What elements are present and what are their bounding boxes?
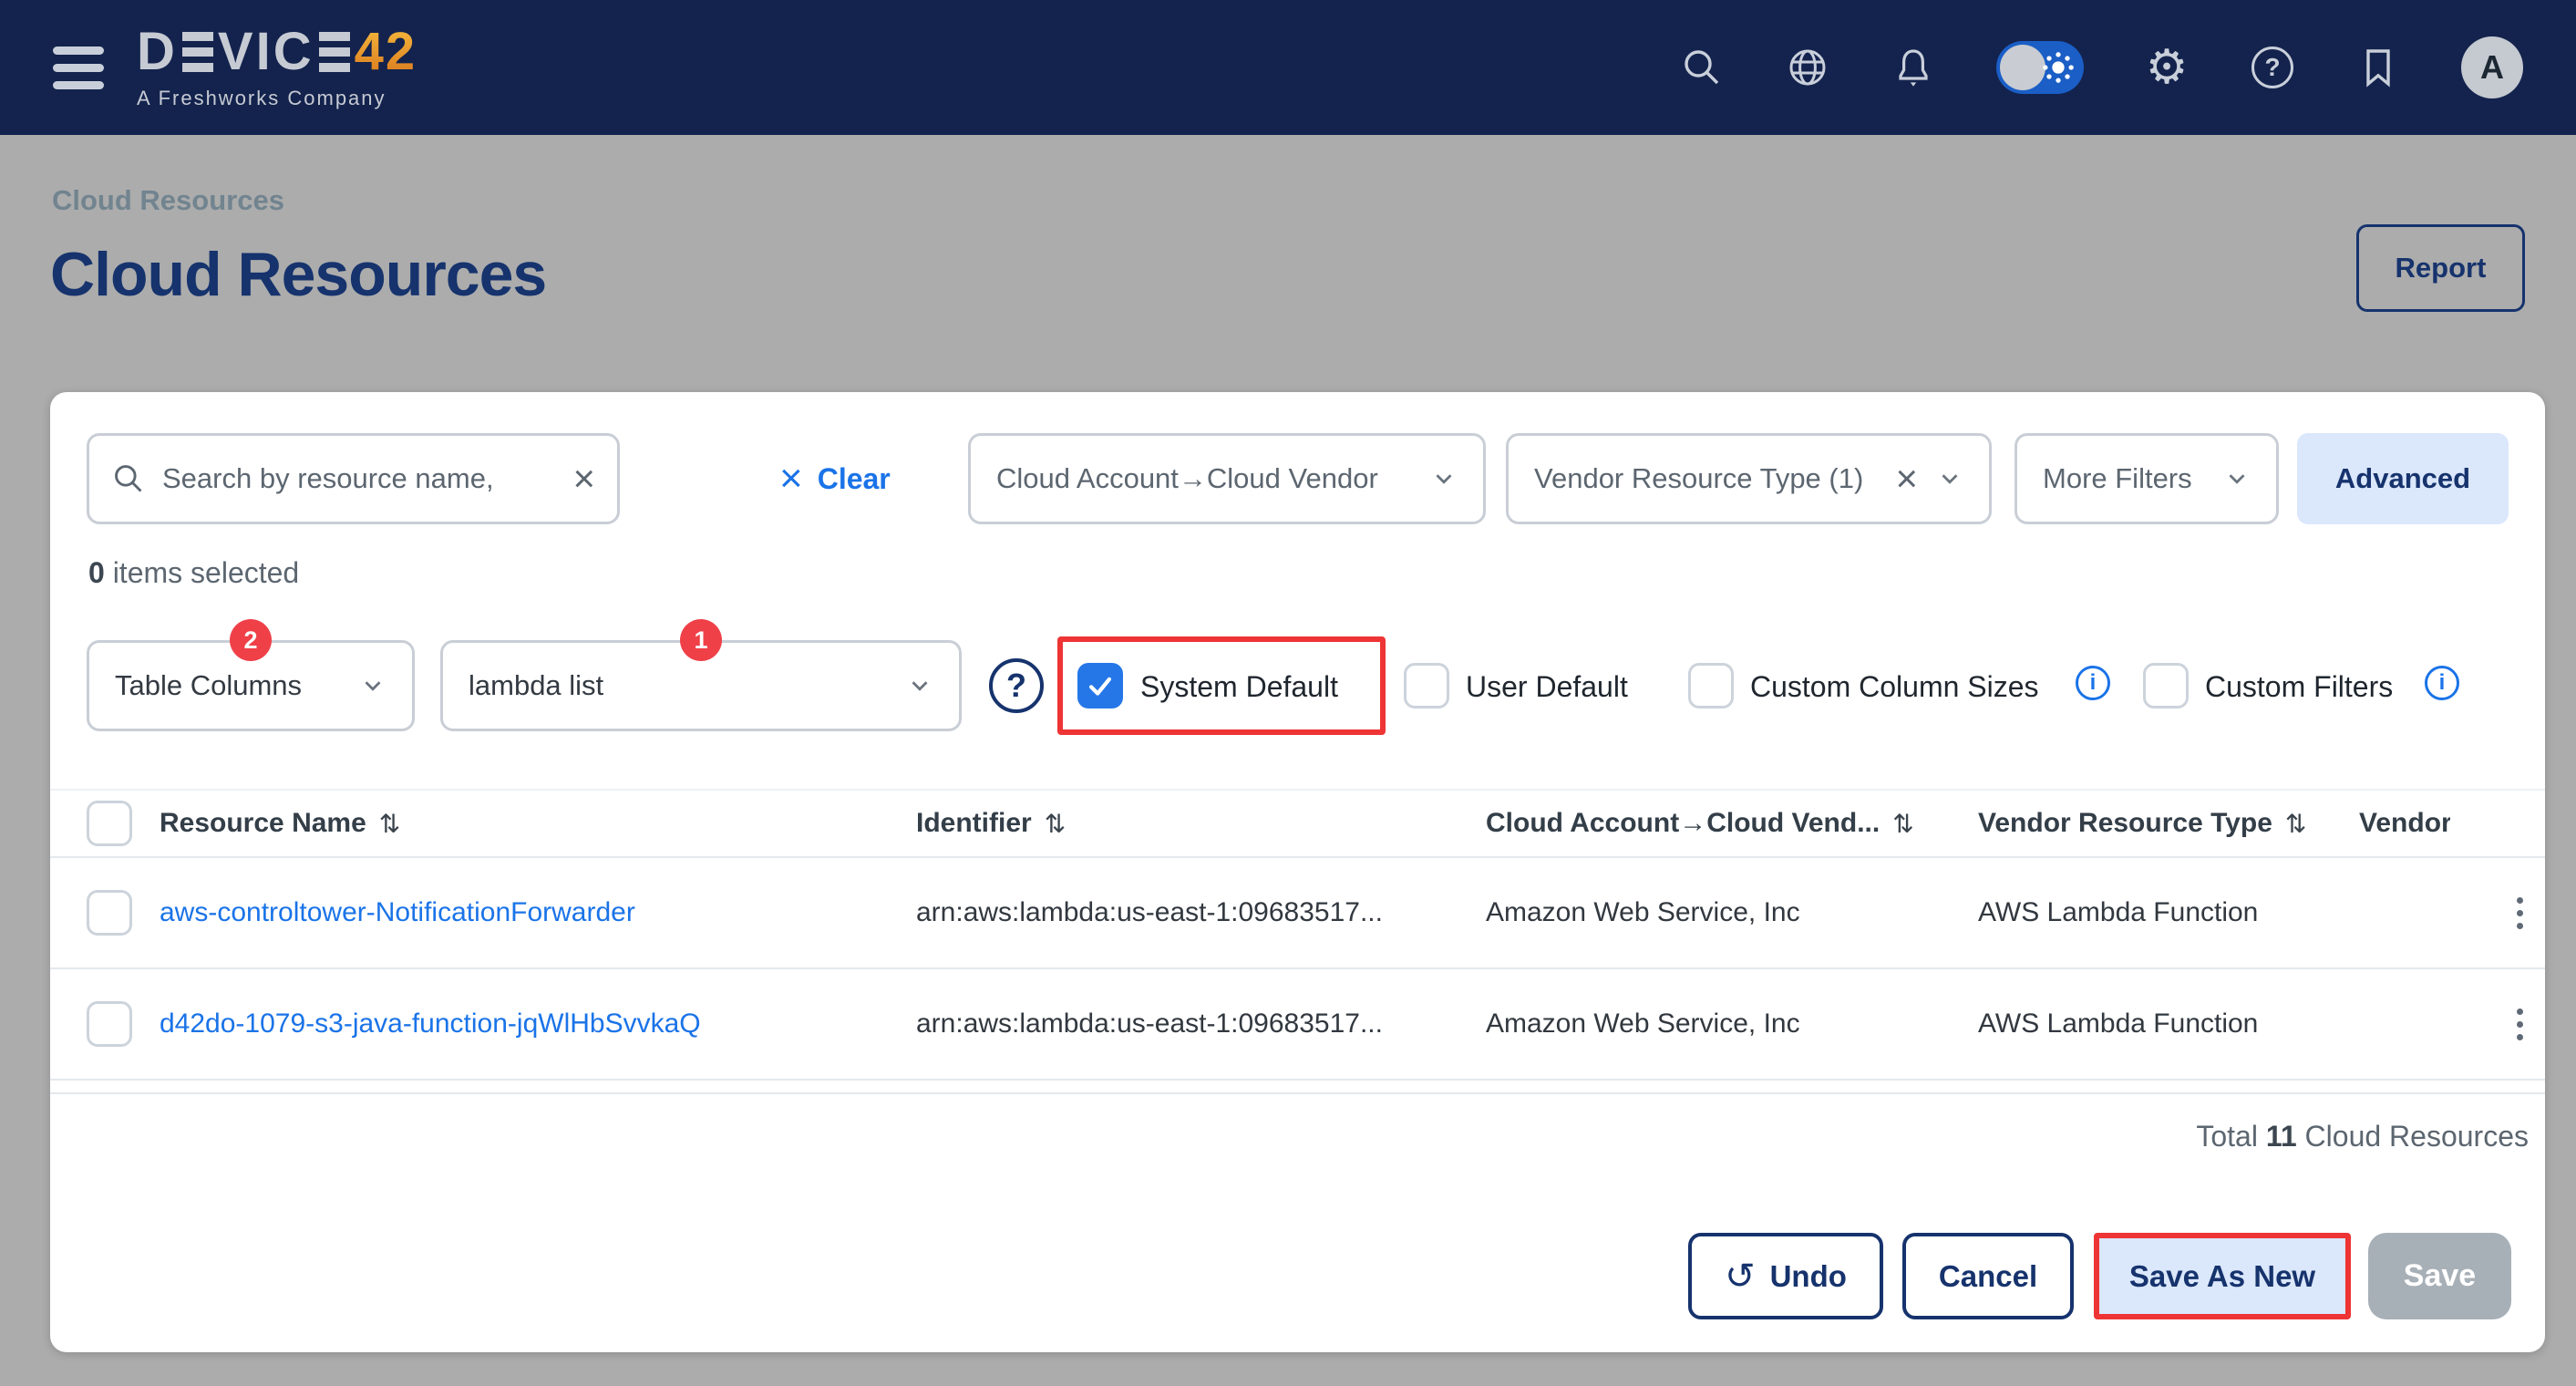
system-default-label: System Default	[1140, 670, 1338, 704]
total-resources-status: Total 11 Cloud Resources	[2196, 1120, 2529, 1153]
save-as-new-button[interactable]: Save As New	[2094, 1233, 2351, 1319]
table-header-row: Resource Name⇅ Identifier⇅ Cloud Account…	[50, 789, 2545, 858]
search-icon	[111, 461, 146, 496]
resource-name-link[interactable]: aws-controltower-NotificationForwarder	[160, 897, 916, 928]
sort-icon[interactable]: ⇅	[1892, 809, 1913, 839]
column-header-vendor-resource-type[interactable]: Vendor Resource Type⇅	[1978, 808, 2359, 839]
vendor-resource-type-filter-dropdown[interactable]: Vendor Resource Type (1) ×	[1506, 433, 1992, 524]
total-count: 11	[2266, 1120, 2297, 1153]
clear-label: Clear	[818, 462, 891, 496]
advanced-button[interactable]: Advanced	[2297, 433, 2509, 524]
custom-column-sizes-label: Custom Column Sizes	[1750, 670, 2039, 704]
logo-e-bars-icon	[182, 32, 213, 72]
saved-view-dropdown[interactable]: lambda list 1	[440, 640, 962, 731]
device42-logo: D VIC 42 A Freshworks Company	[137, 26, 417, 110]
resource-search-box[interactable]: ×	[87, 433, 620, 524]
globe-icon[interactable]	[1785, 45, 1830, 90]
table-columns-badge: 2	[230, 619, 272, 661]
top-navbar: D VIC 42 A Freshworks Company ⚙ ? A	[0, 0, 2576, 135]
cloud-account-filter-dropdown[interactable]: Cloud Account→Cloud Vendor	[968, 433, 1486, 524]
theme-toggle[interactable]	[1996, 41, 2084, 94]
sort-icon[interactable]: ⇅	[2285, 809, 2306, 839]
resource-name-link[interactable]: d42do-1079-s3-java-function-jqWlHbSvvkaQ	[160, 1008, 916, 1040]
saved-view-badge: 1	[680, 619, 722, 661]
logo-e-bars-icon	[319, 32, 350, 72]
more-filters-dropdown[interactable]: More Filters	[2014, 433, 2279, 524]
bookmark-icon[interactable]	[2355, 45, 2401, 90]
chevron-down-icon	[359, 672, 386, 699]
custom-filters-label: Custom Filters	[2205, 670, 2393, 704]
table-row[interactable]: aws-controltower-NotificationForwarder a…	[50, 858, 2545, 969]
search-icon[interactable]	[1679, 45, 1725, 90]
cloud-account-cell: Amazon Web Service, Inc	[1486, 1008, 1978, 1040]
selected-label: items selected	[113, 556, 300, 589]
clear-filters-button[interactable]: × Clear	[779, 433, 891, 524]
logo-text-42: 42	[355, 26, 417, 78]
logo-subtitle: A Freshworks Company	[137, 87, 417, 110]
cloud-resources-card: × × Clear Cloud Account→Cloud Vendor Ven…	[50, 392, 2545, 1352]
sort-icon[interactable]: ⇅	[379, 809, 400, 839]
system-default-checkbox[interactable]	[1077, 663, 1123, 709]
row-checkbox[interactable]	[87, 1001, 132, 1047]
toggle-knob	[2000, 45, 2045, 90]
help-icon[interactable]: ?	[2250, 45, 2295, 90]
saved-view-value: lambda list	[469, 669, 603, 702]
vendor-type-filter-label: Vendor Resource Type (1)	[1534, 462, 1877, 495]
column-header-cloud-account[interactable]: Cloud Account→Cloud Vend...⇅	[1486, 808, 1978, 839]
selected-count: 0	[88, 556, 105, 589]
save-button-disabled[interactable]: Save	[2368, 1233, 2511, 1319]
resources-table: Resource Name⇅ Identifier⇅ Cloud Account…	[50, 789, 2545, 1094]
sun-icon	[2040, 49, 2076, 86]
clear-search-icon[interactable]: ×	[572, 460, 595, 498]
column-header-resource-name[interactable]: Resource Name⇅	[160, 808, 916, 839]
custom-column-sizes-info-icon[interactable]: i	[2076, 666, 2110, 700]
cloud-account-filter-label: Cloud Account→Cloud Vendor	[996, 462, 1412, 495]
notifications-bell-icon[interactable]	[1891, 45, 1936, 90]
chevron-down-icon	[906, 672, 933, 699]
sort-icon[interactable]: ⇅	[1045, 809, 1066, 839]
table-columns-dropdown[interactable]: Table Columns 2	[87, 640, 415, 731]
column-header-vendor-clipped[interactable]: Vendor	[2359, 808, 2545, 839]
undo-button[interactable]: ↺ Undo	[1688, 1233, 1883, 1319]
row-actions-kebab-icon[interactable]	[2511, 1003, 2529, 1046]
cancel-button[interactable]: Cancel	[1902, 1233, 2074, 1319]
items-selected-status: 0 items selected	[88, 556, 299, 590]
custom-filters-checkbox[interactable]	[2143, 663, 2189, 709]
clear-x-icon: ×	[779, 459, 803, 499]
check-icon	[1085, 670, 1116, 701]
cloud-account-cell: Amazon Web Service, Inc	[1486, 897, 1978, 928]
report-button[interactable]: Report	[2356, 224, 2525, 312]
settings-gear-icon[interactable]: ⚙	[2144, 45, 2190, 90]
user-default-checkbox[interactable]	[1404, 663, 1449, 709]
logo-text-d: D	[137, 26, 178, 78]
identifier-cell: arn:aws:lambda:us-east-1:09683517...	[916, 1008, 1486, 1040]
column-header-identifier[interactable]: Identifier⇅	[916, 808, 1486, 839]
search-input[interactable]	[162, 462, 556, 495]
table-columns-label: Table Columns	[115, 669, 302, 702]
identifier-cell: arn:aws:lambda:us-east-1:09683517...	[916, 897, 1486, 928]
user-default-label: User Default	[1466, 670, 1628, 704]
chevron-down-icon	[1936, 465, 1963, 492]
breadcrumb[interactable]: Cloud Resources	[52, 184, 284, 217]
row-actions-kebab-icon[interactable]	[2511, 892, 2529, 935]
custom-filters-info-icon[interactable]: i	[2425, 666, 2459, 700]
clipped-table-row	[50, 1081, 2545, 1094]
vendor-resource-type-cell: AWS Lambda Function	[1978, 1008, 2359, 1040]
logo-text-vic: VIC	[218, 26, 314, 78]
row-checkbox[interactable]	[87, 890, 132, 936]
undo-icon: ↺	[1725, 1258, 1756, 1295]
more-filters-label: More Filters	[2043, 462, 2205, 495]
table-row[interactable]: d42do-1079-s3-java-function-jqWlHbSvvkaQ…	[50, 969, 2545, 1081]
chevron-down-icon	[1430, 465, 1458, 492]
vendor-resource-type-cell: AWS Lambda Function	[1978, 897, 2359, 928]
view-help-icon[interactable]: ?	[989, 658, 1044, 713]
custom-column-sizes-checkbox[interactable]	[1688, 663, 1734, 709]
hamburger-menu-icon[interactable]	[53, 47, 104, 89]
select-all-checkbox[interactable]	[87, 801, 132, 846]
chevron-down-icon	[2223, 465, 2251, 492]
user-avatar[interactable]: A	[2461, 36, 2523, 98]
remove-filter-icon[interactable]: ×	[1895, 460, 1918, 498]
page-title: Cloud Resources	[50, 239, 546, 310]
